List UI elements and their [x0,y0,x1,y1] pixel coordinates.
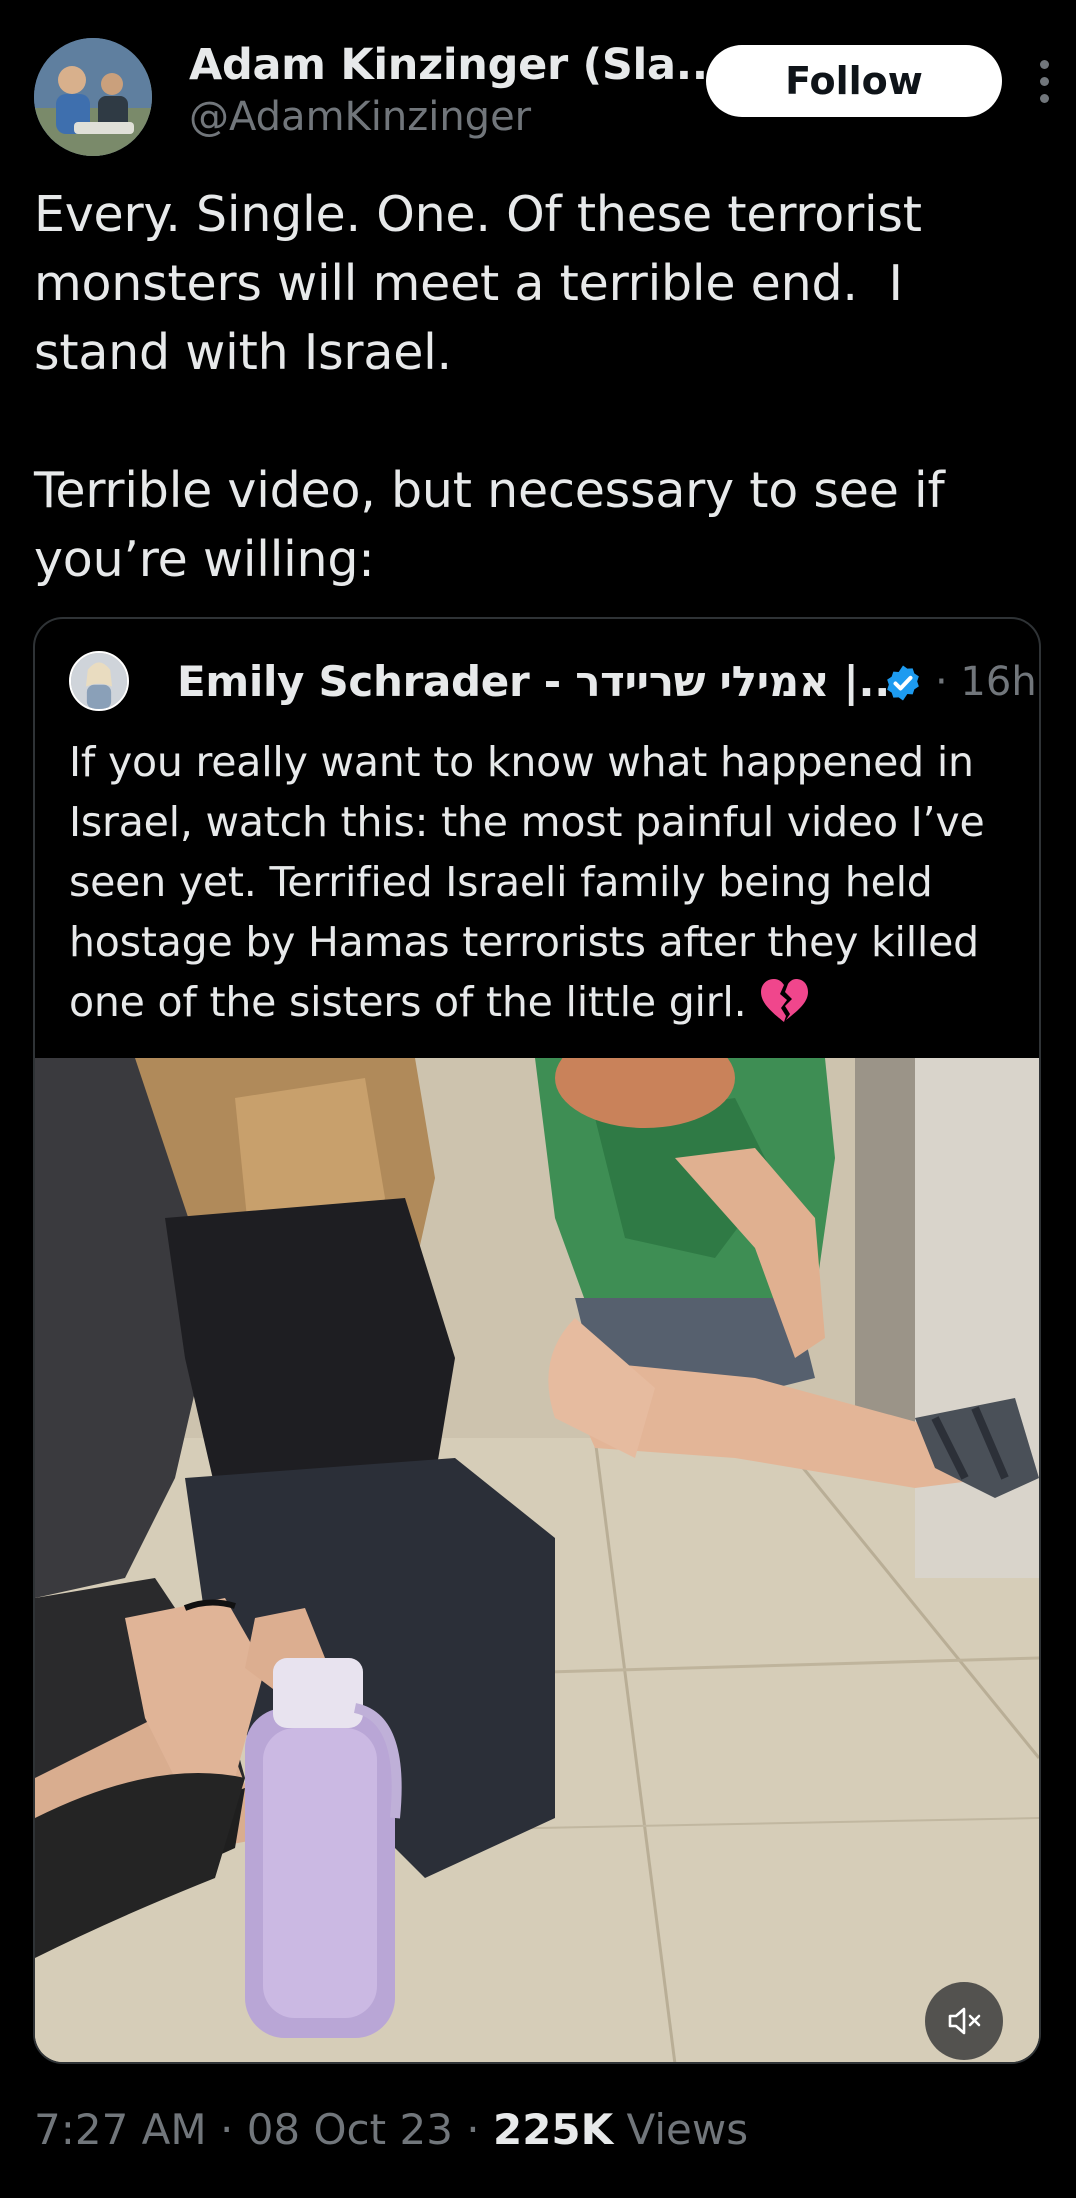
more-vertical-icon[interactable] [1034,60,1054,104]
tweet-text: Every. Single. One. Of these terrorist m… [34,186,945,588]
broken-heart-icon [759,978,809,1024]
volume-muted-icon[interactable] [925,1982,1003,2060]
tweet-detail-page: Adam Kinzinger (Sla... @AdamKinzinger Fo… [0,0,1076,2198]
tweet-header: Adam Kinzinger (Sla... @AdamKinzinger Fo… [34,38,1054,156]
quoted-tweet-header: Emily Schrader - אמילי שריידר |... · 16h [69,651,1037,711]
quoted-author-display-name[interactable]: Emily Schrader - אמילי שריידר |... [177,657,906,706]
quoted-author-avatar[interactable] [69,651,129,711]
author-avatar[interactable] [34,38,152,156]
quoted-tweet-card[interactable]: Emily Schrader - אמילי שריידר |... · 16h… [33,617,1041,2064]
quoted-tweet-text-body: If you really want to know what happened… [69,738,985,1026]
tweet-date[interactable]: 08 Oct 23 [247,2105,453,2154]
video-player[interactable] [35,1058,1039,2062]
tweet-meta: 7:27 AM · 08 Oct 23 · 225K Views [34,2105,748,2154]
author-handle[interactable]: @AdamKinzinger [189,94,531,140]
views-count[interactable]: 225K [493,2105,613,2154]
quoted-tweet-time[interactable]: · 16h [935,659,1037,705]
quoted-tweet-text: If you really want to know what happened… [69,732,1019,1032]
author-display-name[interactable]: Adam Kinzinger (Sla... [189,40,724,90]
quoted-profile-photo-icon [71,653,127,709]
tweet-time[interactable]: 7:27 AM [34,2105,207,2154]
profile-photo-icon [34,38,152,156]
video-frame [35,1058,1039,2062]
follow-button[interactable]: Follow [706,45,1002,117]
meta-separator: · [206,2105,247,2154]
verified-badge-icon [883,663,923,703]
meta-separator: · [452,2105,493,2154]
views-label: Views [613,2105,749,2154]
